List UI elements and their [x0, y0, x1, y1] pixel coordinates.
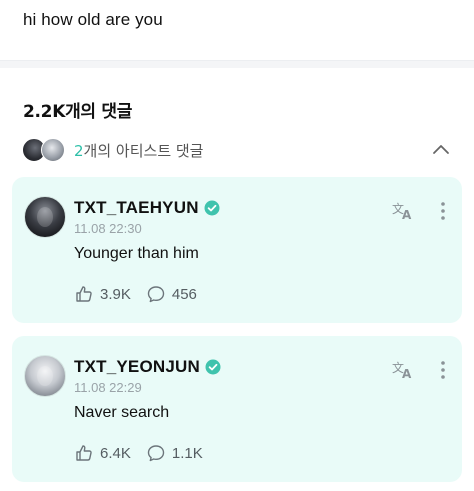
artist-avatars	[22, 137, 74, 163]
comments-title: 2.2K개의 댓글	[23, 102, 133, 122]
like-icon	[76, 445, 92, 461]
reply-button[interactable]: 456	[146, 284, 197, 304]
like-count: 3.9K	[100, 285, 131, 303]
comment-timestamp: 11.08 22:29	[74, 380, 142, 395]
comment-stats: 3.9K 456	[74, 284, 212, 304]
like-button[interactable]: 3.9K	[74, 284, 131, 304]
reply-icon	[147, 286, 165, 303]
artist-comments-text: 개의 아티스트 댓글	[83, 141, 204, 160]
svg-text:A: A	[402, 367, 412, 380]
like-button[interactable]: 6.4K	[74, 443, 131, 463]
comment-card: TXT_TAEHYUN 11.08 22:30 Younger than him…	[12, 177, 462, 323]
artist-comments-label: 2개의 아티스트 댓글	[74, 140, 203, 161]
comment-stats: 6.4K 1.1K	[74, 443, 218, 463]
verified-icon	[205, 359, 221, 375]
like-count: 6.4K	[100, 444, 131, 462]
section-divider	[0, 60, 474, 68]
name-row: TXT_YEONJUN	[74, 357, 221, 377]
translate-icon[interactable]: 文 A	[392, 358, 416, 380]
verified-icon	[204, 200, 220, 216]
svg-text:A: A	[402, 208, 412, 221]
more-icon[interactable]	[440, 360, 446, 380]
reply-count: 456	[171, 285, 197, 303]
comment-text: Naver search	[74, 404, 170, 421]
post-text: hi how old are you	[23, 10, 163, 29]
avatar[interactable]	[24, 355, 66, 397]
reply-button[interactable]: 1.1K	[146, 443, 203, 463]
username[interactable]: TXT_YEONJUN	[74, 357, 200, 377]
translate-icon[interactable]: 文 A	[392, 199, 416, 221]
artist-comments-toggle[interactable]: 2개의 아티스트 댓글	[22, 137, 454, 163]
more-icon[interactable]	[440, 201, 446, 221]
reply-count: 1.1K	[171, 444, 203, 462]
comment-timestamp: 11.08 22:30	[74, 221, 142, 236]
username[interactable]: TXT_TAEHYUN	[74, 198, 199, 218]
comment-text: Younger than him	[74, 245, 199, 262]
like-icon	[76, 286, 92, 302]
name-row: TXT_TAEHYUN	[74, 198, 220, 218]
reply-icon	[147, 445, 165, 462]
comment-card: TXT_YEONJUN 11.08 22:29 Naver search 6.4…	[12, 336, 462, 482]
artist-comments-count: 2	[74, 141, 84, 160]
artist-avatar	[41, 138, 65, 162]
chevron-up-icon[interactable]	[432, 141, 450, 159]
avatar[interactable]	[24, 196, 66, 238]
